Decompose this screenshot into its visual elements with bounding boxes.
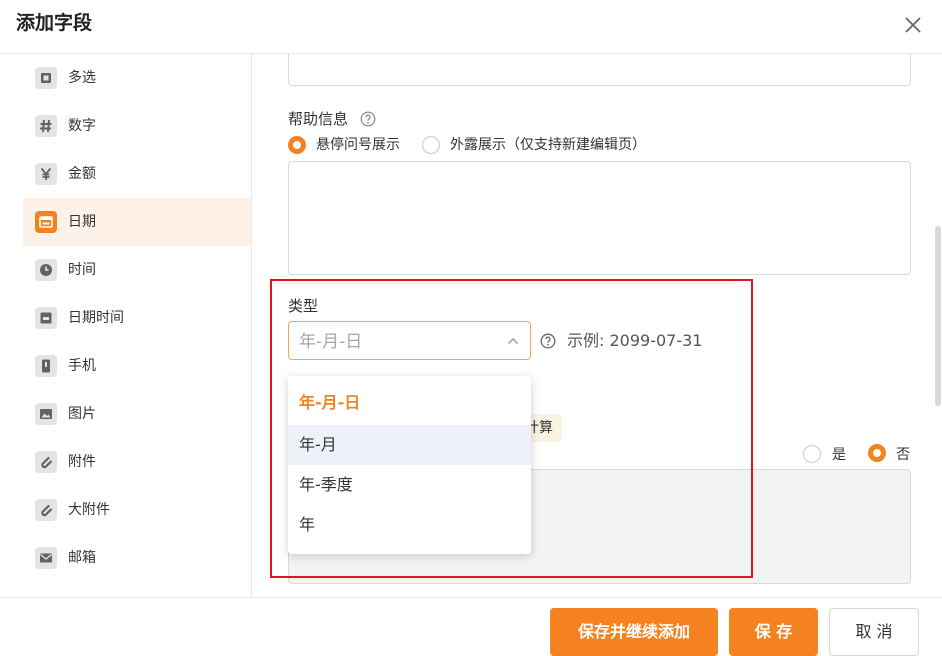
help-question-icon[interactable] xyxy=(360,111,376,127)
dropdown-option-year-month[interactable]: 年-月 xyxy=(288,425,531,465)
type-select[interactable]: 年-月-日 xyxy=(288,321,531,360)
dropdown-option-year[interactable]: 年 xyxy=(288,505,531,545)
dropdown-option-label: 年-季度 xyxy=(299,475,353,494)
paperclip-icon xyxy=(35,451,57,473)
radio-hover-display-label: 悬停问号展示 xyxy=(316,137,400,153)
save-and-continue-button[interactable]: 保存并继续添加 xyxy=(550,608,718,656)
field-type-sidebar: 多选 数字 金额 日期 时间 日期时间 手机 图片 附件 大附件 邮箱 xyxy=(0,54,252,598)
sidebar-item-label: 时间 xyxy=(68,262,96,278)
sidebar-item-datetime[interactable]: 日期时间 xyxy=(23,294,251,342)
sidebar-item-large-attachment[interactable]: 大附件 xyxy=(23,486,251,534)
dropdown-option-label: 年-月-日 xyxy=(299,393,361,412)
field-settings-panel: 帮助信息 悬停问号展示 外露展示（仅支持新建编辑页） 类型 年-月-日 示例: … xyxy=(252,54,942,598)
radio-exposed-display-label: 外露展示（仅支持新建编辑页） xyxy=(450,137,646,153)
sidebar-item-phone[interactable]: 手机 xyxy=(23,342,251,390)
cancel-button[interactable]: 取 消 xyxy=(829,608,919,656)
radio-hover-display[interactable] xyxy=(288,136,306,154)
multi-select-icon xyxy=(35,67,57,89)
help-info-label: 帮助信息 xyxy=(288,110,349,128)
calendar-icon xyxy=(35,211,57,233)
yen-icon xyxy=(35,163,57,185)
radio-no-label: 否 xyxy=(896,447,910,463)
type-select-value: 年-月-日 xyxy=(299,332,363,352)
dropdown-option-year-quarter[interactable]: 年-季度 xyxy=(288,465,531,505)
sidebar-item-label: 大附件 xyxy=(68,502,110,518)
dropdown-option-label: 年-月 xyxy=(299,435,337,454)
sidebar-item-label: 多选 xyxy=(68,70,96,86)
large-attachment-icon xyxy=(35,499,57,521)
sidebar-item-label: 日期时间 xyxy=(68,310,124,326)
close-icon[interactable] xyxy=(900,12,926,38)
radio-yes[interactable] xyxy=(803,445,821,463)
type-dropdown: 年-月-日 年-月 年-季度 年 xyxy=(288,376,531,554)
sidebar-item-time[interactable]: 时间 xyxy=(23,246,251,294)
previous-field-input[interactable] xyxy=(288,54,911,86)
help-info-textarea[interactable] xyxy=(288,161,911,275)
sidebar-item-multi-select[interactable]: 多选 xyxy=(23,54,251,102)
sidebar-item-attachment[interactable]: 附件 xyxy=(23,438,251,486)
clock-icon xyxy=(35,259,57,281)
scrollbar-thumb[interactable] xyxy=(935,226,941,406)
radio-no[interactable] xyxy=(868,444,886,462)
sidebar-item-label: 手机 xyxy=(68,358,96,374)
dialog-footer: 保存并继续添加 保 存 取 消 xyxy=(0,597,942,656)
image-icon xyxy=(35,403,57,425)
dialog-title: 添加字段 xyxy=(16,12,93,34)
sidebar-item-label: 图片 xyxy=(68,406,96,422)
sidebar-item-label: 数字 xyxy=(68,118,96,134)
type-label: 类型 xyxy=(288,297,319,315)
sidebar-item-date[interactable]: 日期 xyxy=(23,198,251,246)
sidebar-item-amount[interactable]: 金额 xyxy=(23,150,251,198)
sidebar-item-email[interactable]: 邮箱 xyxy=(23,534,251,582)
mail-icon xyxy=(35,547,57,569)
hash-icon xyxy=(35,115,57,137)
dropdown-option-year-month-day[interactable]: 年-月-日 xyxy=(288,383,531,423)
dropdown-option-label: 年 xyxy=(299,515,316,534)
sidebar-item-image[interactable]: 图片 xyxy=(23,390,251,438)
phone-icon xyxy=(35,355,57,377)
dialog-header: 添加字段 xyxy=(0,0,942,54)
type-example: 示例: 2099-07-31 xyxy=(567,331,703,350)
radio-exposed-display[interactable] xyxy=(422,136,440,154)
chevron-up-icon xyxy=(507,337,519,345)
sidebar-item-label: 附件 xyxy=(68,454,96,470)
example-question-icon[interactable] xyxy=(540,333,556,349)
sidebar-item-number[interactable]: 数字 xyxy=(23,102,251,150)
save-button[interactable]: 保 存 xyxy=(729,608,818,656)
sidebar-item-label: 邮箱 xyxy=(68,550,96,566)
radio-yes-label: 是 xyxy=(832,447,846,463)
datetime-icon xyxy=(35,307,57,329)
sidebar-item-label: 金额 xyxy=(68,166,96,182)
sidebar-item-label: 日期 xyxy=(68,214,96,230)
